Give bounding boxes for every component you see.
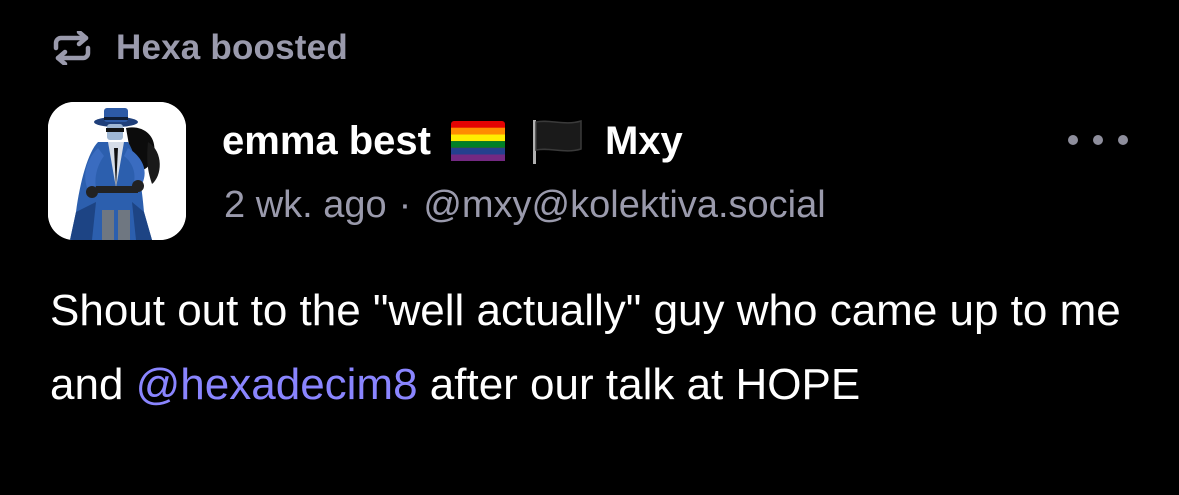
author-name[interactable]: emma best Mxy	[222, 115, 683, 167]
author-name-part1: emma best	[222, 118, 431, 163]
author-name-part2: Mxy	[604, 118, 683, 163]
post-meta: 2 wk. ago · @mxy@kolektiva.social	[224, 180, 826, 230]
rainbow-flag-icon	[450, 121, 505, 161]
repeat-icon	[50, 26, 94, 70]
post-text: after our talk at HOPE	[417, 360, 861, 409]
avatar[interactable]	[48, 102, 186, 240]
timestamp[interactable]: 2 wk. ago	[224, 184, 387, 227]
boost-header[interactable]: Hexa boosted	[50, 24, 348, 72]
author-handle[interactable]: @mxy@kolektiva.social	[423, 184, 825, 227]
mention-link[interactable]: @hexadecim8	[136, 360, 418, 409]
more-dot	[1118, 135, 1128, 145]
more-options-icon[interactable]	[1068, 118, 1128, 162]
meta-separator: ·	[398, 183, 412, 226]
black-flag-icon	[531, 118, 583, 164]
boost-label: Hexa boosted	[116, 28, 348, 67]
post-content: Shout out to the "well actually" guy who…	[50, 274, 1140, 422]
more-dot	[1093, 135, 1103, 145]
more-dot	[1068, 135, 1078, 145]
